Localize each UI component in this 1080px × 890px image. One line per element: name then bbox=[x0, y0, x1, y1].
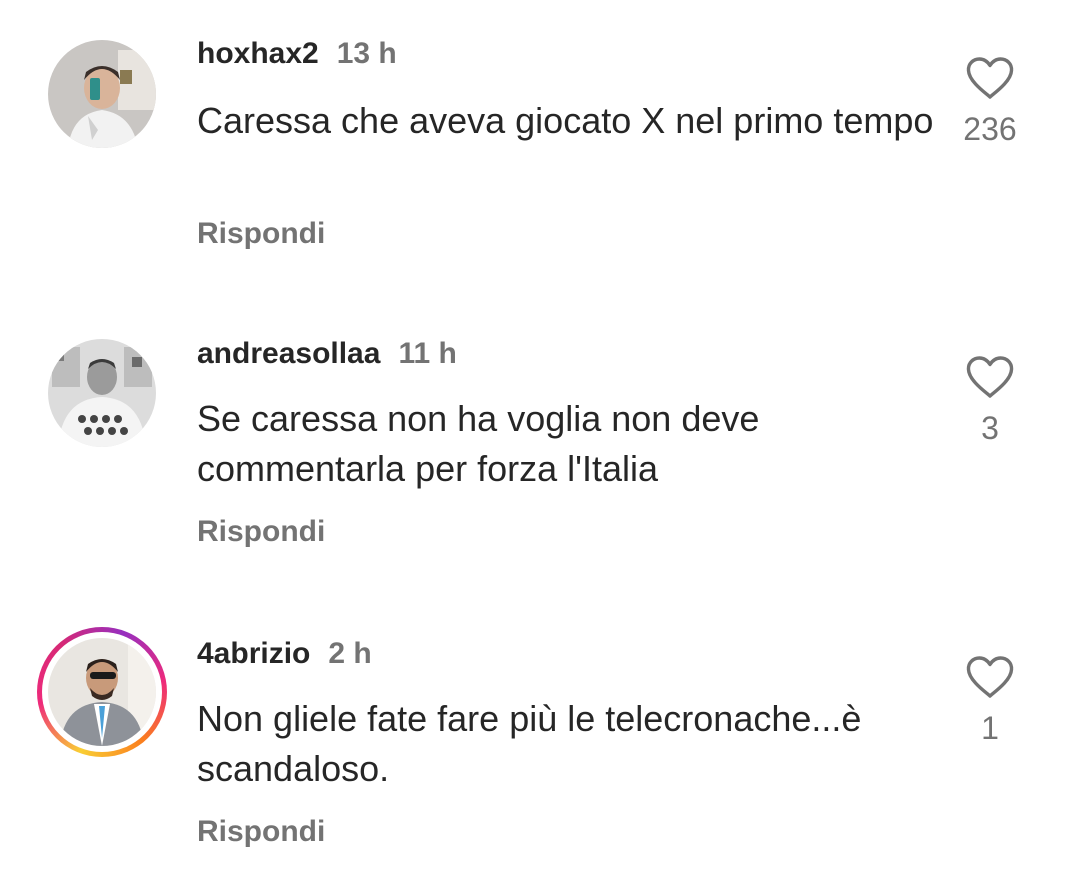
comment-username[interactable]: 4abrizio bbox=[197, 637, 310, 670]
comment-item: hoxhax2 13 h Caressa che aveva giocato X … bbox=[0, 0, 1080, 290]
comment-timestamp: 11 h bbox=[398, 337, 457, 370]
like-control[interactable]: 236 bbox=[940, 56, 1040, 148]
avatar-image bbox=[48, 339, 156, 447]
like-control[interactable]: 1 bbox=[940, 655, 1040, 747]
comment-text: Non gliele fate fare più le telecronache… bbox=[197, 698, 862, 789]
comment-username[interactable]: andreasollaa bbox=[197, 337, 380, 370]
comment-timestamp: 2 h bbox=[328, 637, 372, 670]
comment-timestamp: 13 h bbox=[336, 37, 397, 70]
comment-item: 4abrizio 2 h Non gliele fate fare più le … bbox=[0, 600, 1080, 890]
comment-meta: andreasollaa 11 h bbox=[197, 336, 457, 372]
like-control[interactable]: 3 bbox=[940, 355, 1040, 447]
heart-outline-icon[interactable] bbox=[965, 655, 1015, 699]
like-count: 236 bbox=[963, 111, 1017, 147]
story-ring[interactable] bbox=[37, 627, 167, 757]
comment-meta: hoxhax2 13 h bbox=[197, 36, 397, 72]
like-count: 3 bbox=[981, 410, 999, 446]
reply-button[interactable]: Rispondi bbox=[197, 216, 325, 252]
reply-button[interactable]: Rispondi bbox=[197, 814, 325, 850]
like-count: 1 bbox=[981, 710, 999, 746]
comment-meta: 4abrizio 2 h bbox=[197, 636, 372, 672]
heart-outline-icon[interactable] bbox=[965, 56, 1015, 100]
avatar-image bbox=[48, 638, 156, 746]
reply-button[interactable]: Rispondi bbox=[197, 514, 325, 550]
avatar[interactable] bbox=[48, 339, 156, 447]
heart-outline-icon[interactable] bbox=[965, 355, 1015, 399]
comment-username[interactable]: hoxhax2 bbox=[197, 37, 319, 70]
avatar[interactable] bbox=[48, 40, 156, 148]
avatar-image bbox=[48, 40, 156, 148]
comment-text: Caressa che aveva giocato X nel primo te… bbox=[197, 100, 934, 141]
comment-text: Se caressa non ha voglia non deve commen… bbox=[197, 398, 760, 489]
comment-item: andreasollaa 11 h Se caressa non ha vogli… bbox=[0, 300, 1080, 590]
